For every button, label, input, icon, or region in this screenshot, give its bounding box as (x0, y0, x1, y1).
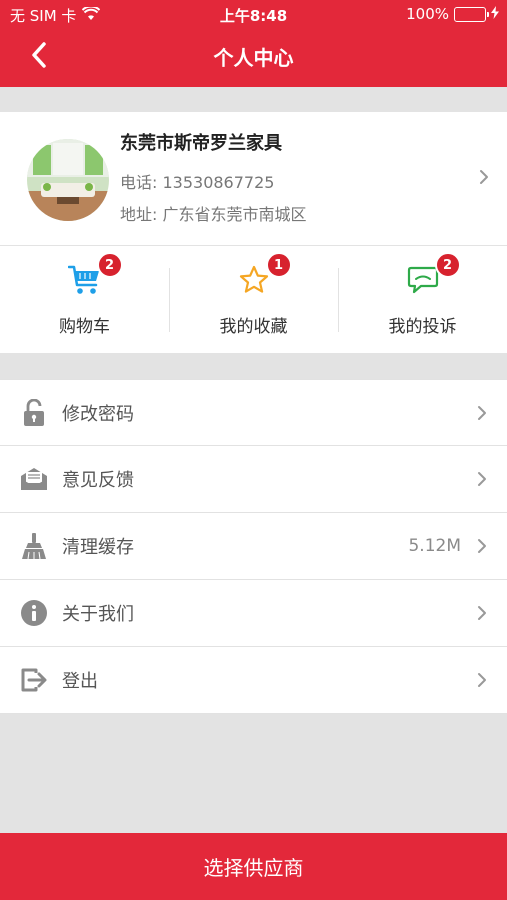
settings-menu: 修改密码 意见反馈 清理缓存 5.12M 关于我们 登出 (0, 379, 507, 714)
phone-text: 电话: 13530867725 (120, 173, 275, 192)
menu-item-change-password[interactable]: 修改密码 (0, 379, 507, 446)
select-supplier-button[interactable]: 选择供应商 (0, 833, 507, 900)
menu-item-clear-cache[interactable]: 清理缓存 5.12M (0, 513, 507, 580)
quick-actions: 2 购物车 1 我的收藏 2 我的投诉 (0, 246, 507, 353)
cart-label: 购物车 (59, 317, 110, 337)
chevron-right-icon (477, 672, 487, 692)
complaints-label: 我的投诉 (388, 317, 457, 337)
status-bar: 无 SIM 卡 上午8:48 100% (0, 0, 507, 30)
address-text: 地址: 广东省东莞市南城区 (120, 205, 307, 224)
avatar (27, 139, 109, 221)
chevron-right-icon (477, 538, 487, 558)
battery-icon (454, 6, 489, 22)
shopping-cart-icon (67, 264, 102, 300)
chat-bubble-icon (407, 265, 439, 299)
broom-icon (19, 531, 49, 561)
favorites-button[interactable]: 1 我的收藏 (169, 246, 338, 353)
cart-button[interactable]: 2 购物车 (0, 246, 169, 353)
cart-badge: 2 (96, 252, 123, 278)
favorites-badge: 1 (265, 252, 292, 278)
menu-label: 关于我们 (62, 604, 134, 625)
menu-label: 登出 (62, 671, 98, 692)
battery-percent: 100% (406, 5, 449, 23)
favorites-label: 我的收藏 (219, 317, 288, 337)
logout-icon (19, 665, 49, 695)
charging-icon (491, 5, 499, 23)
header: 无 SIM 卡 上午8:48 100% 个人中心 (0, 0, 507, 87)
chevron-right-icon (477, 405, 487, 425)
company-name: 东莞市斯帝罗兰家具 (120, 133, 282, 154)
page-title: 个人中心 (213, 46, 294, 70)
complaints-button[interactable]: 2 我的投诉 (338, 246, 507, 353)
star-icon (238, 264, 270, 300)
chevron-right-icon (477, 605, 487, 625)
cache-size: 5.12M (408, 536, 461, 556)
chevron-right-icon (479, 169, 489, 189)
menu-item-logout[interactable]: 登出 (0, 647, 507, 714)
menu-label: 意见反馈 (62, 470, 134, 491)
menu-label: 修改密码 (62, 403, 134, 425)
chevron-right-icon (477, 471, 487, 491)
envelope-icon (19, 464, 49, 494)
menu-label: 清理缓存 (62, 537, 134, 558)
menu-item-feedback[interactable]: 意见反馈 (0, 446, 507, 513)
info-icon (19, 598, 49, 628)
complaints-badge: 2 (434, 252, 461, 278)
lock-icon (19, 398, 49, 428)
menu-item-about[interactable]: 关于我们 (0, 580, 507, 647)
profile-card[interactable]: 东莞市斯帝罗兰家具 电话: 13530867725 地址: 广东省东莞市南城区 (0, 112, 507, 245)
